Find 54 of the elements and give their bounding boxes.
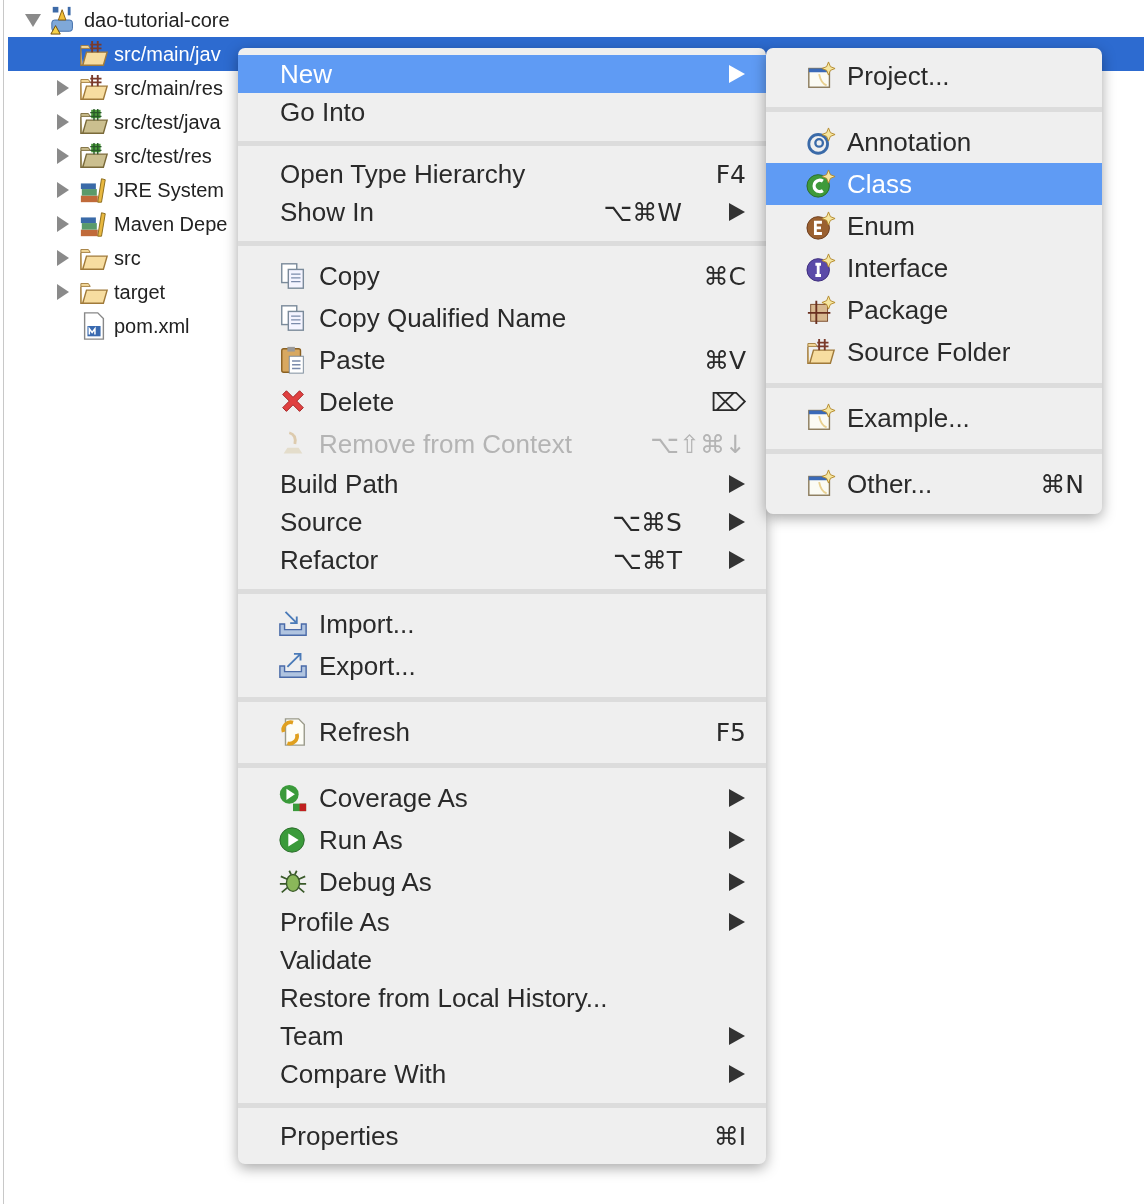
menu-item-label: Refactor <box>280 544 380 576</box>
menu-item-label: Coverage As <box>319 782 469 814</box>
tree-item-label: Maven Depe <box>114 212 228 236</box>
menu-item-label: Example... <box>847 402 971 434</box>
tree-item-label: src/test/res <box>114 144 212 168</box>
menu-item-label: Profile As <box>280 906 391 938</box>
menu-item-label: Class <box>847 168 913 200</box>
shortcut: ⌥⌘T <box>612 545 682 575</box>
tree-item-label: dao-tutorial-core <box>84 8 230 32</box>
menu-item-label: Debug As <box>319 866 433 898</box>
tree-item-label: src/test/java <box>114 110 221 134</box>
shortcut: ⌥⌘W <box>603 197 682 227</box>
shortcut: F4 <box>715 159 746 189</box>
menu-item-label: Open Type Hierarchy <box>280 158 527 190</box>
menu-item-label: Enum <box>847 210 916 242</box>
menu-item-label: Export... <box>319 650 417 682</box>
menu-item-label: Delete <box>319 386 396 418</box>
menu-item-label: New <box>280 58 333 90</box>
shortcut: ⌘V <box>703 345 746 375</box>
menu-item-label: Annotation <box>847 126 973 158</box>
menu-item-label: Refresh <box>319 716 412 748</box>
menu-item-label: Package <box>847 294 950 326</box>
shortcut: ⌦ <box>710 387 746 417</box>
tree-item-label: pom.xml <box>114 314 190 338</box>
shortcut: F5 <box>715 717 746 747</box>
shortcut: ⌥⌘S <box>612 507 682 537</box>
tree-item-label: src <box>114 246 141 270</box>
menu-item-label: Paste <box>319 344 387 376</box>
menu-item-label: Restore from Local History... <box>280 982 609 1014</box>
tree-item-label: src/main/res <box>114 76 223 100</box>
menu-item-label: Team <box>280 1020 345 1052</box>
menu-item-label: Copy Qualified Name <box>319 302 568 334</box>
menu-item-label: Show In <box>280 196 375 228</box>
menu-item-label: Import... <box>319 608 416 640</box>
shortcut: ⌥⇧⌘↓ <box>650 429 746 459</box>
menu-item-label: Validate <box>280 944 374 976</box>
menu-item-label: Remove from Context <box>319 428 573 460</box>
shortcut: ⌘N <box>1040 469 1084 499</box>
menu-item-label: Source <box>280 506 364 538</box>
shortcut: ⌘C <box>703 261 746 291</box>
menu-item-label: Go Into <box>280 96 367 128</box>
shortcut: ⌘I <box>713 1121 746 1151</box>
menu-item-label: Build Path <box>280 468 400 500</box>
menu-item-label: Project... <box>847 60 951 92</box>
tree-item-label: JRE System <box>114 178 225 202</box>
menu-item-label: Other... <box>847 468 934 500</box>
menu-item-label: Copy <box>319 260 381 292</box>
menu-item-label: Interface <box>847 252 950 284</box>
tree-item-label: src/main/jav <box>114 42 221 66</box>
menu-item-label: Run As <box>319 824 404 856</box>
menu-item-label: Properties <box>280 1120 400 1152</box>
menu-item-label: Source Folder <box>847 336 1012 368</box>
menu-item-label: Compare With <box>280 1058 448 1090</box>
tree-item-label: target <box>114 280 166 304</box>
